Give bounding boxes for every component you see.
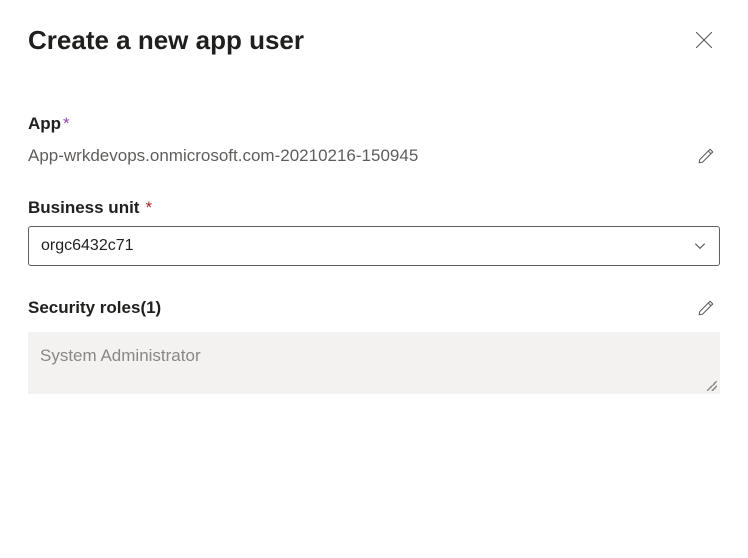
required-indicator: * [145, 198, 152, 217]
security-roles-field-group: Security roles(1) System Administrator [28, 294, 720, 394]
app-field-group: App* App-wrkdevops.onmicrosoft.com-20210… [28, 114, 720, 170]
pencil-icon [697, 147, 715, 165]
security-role-item: System Administrator [40, 346, 201, 365]
close-icon [695, 31, 713, 49]
page-title: Create a new app user [28, 25, 304, 56]
close-button[interactable] [688, 24, 720, 56]
chevron-down-icon [693, 239, 707, 253]
app-value: App-wrkdevops.onmicrosoft.com-20210216-1… [28, 146, 418, 166]
business-unit-select[interactable]: orgc6432c71 [28, 226, 720, 266]
security-roles-label: Security roles(1) [28, 298, 161, 318]
business-unit-selected-value: orgc6432c71 [41, 237, 134, 255]
pencil-icon [697, 299, 715, 317]
required-indicator: * [63, 114, 70, 133]
security-roles-box[interactable]: System Administrator [28, 332, 720, 394]
app-label: App* [28, 114, 70, 134]
business-unit-label: Business unit* [28, 198, 152, 218]
edit-security-roles-button[interactable] [692, 294, 720, 322]
business-unit-field-group: Business unit* orgc6432c71 [28, 198, 720, 266]
edit-app-button[interactable] [692, 142, 720, 170]
